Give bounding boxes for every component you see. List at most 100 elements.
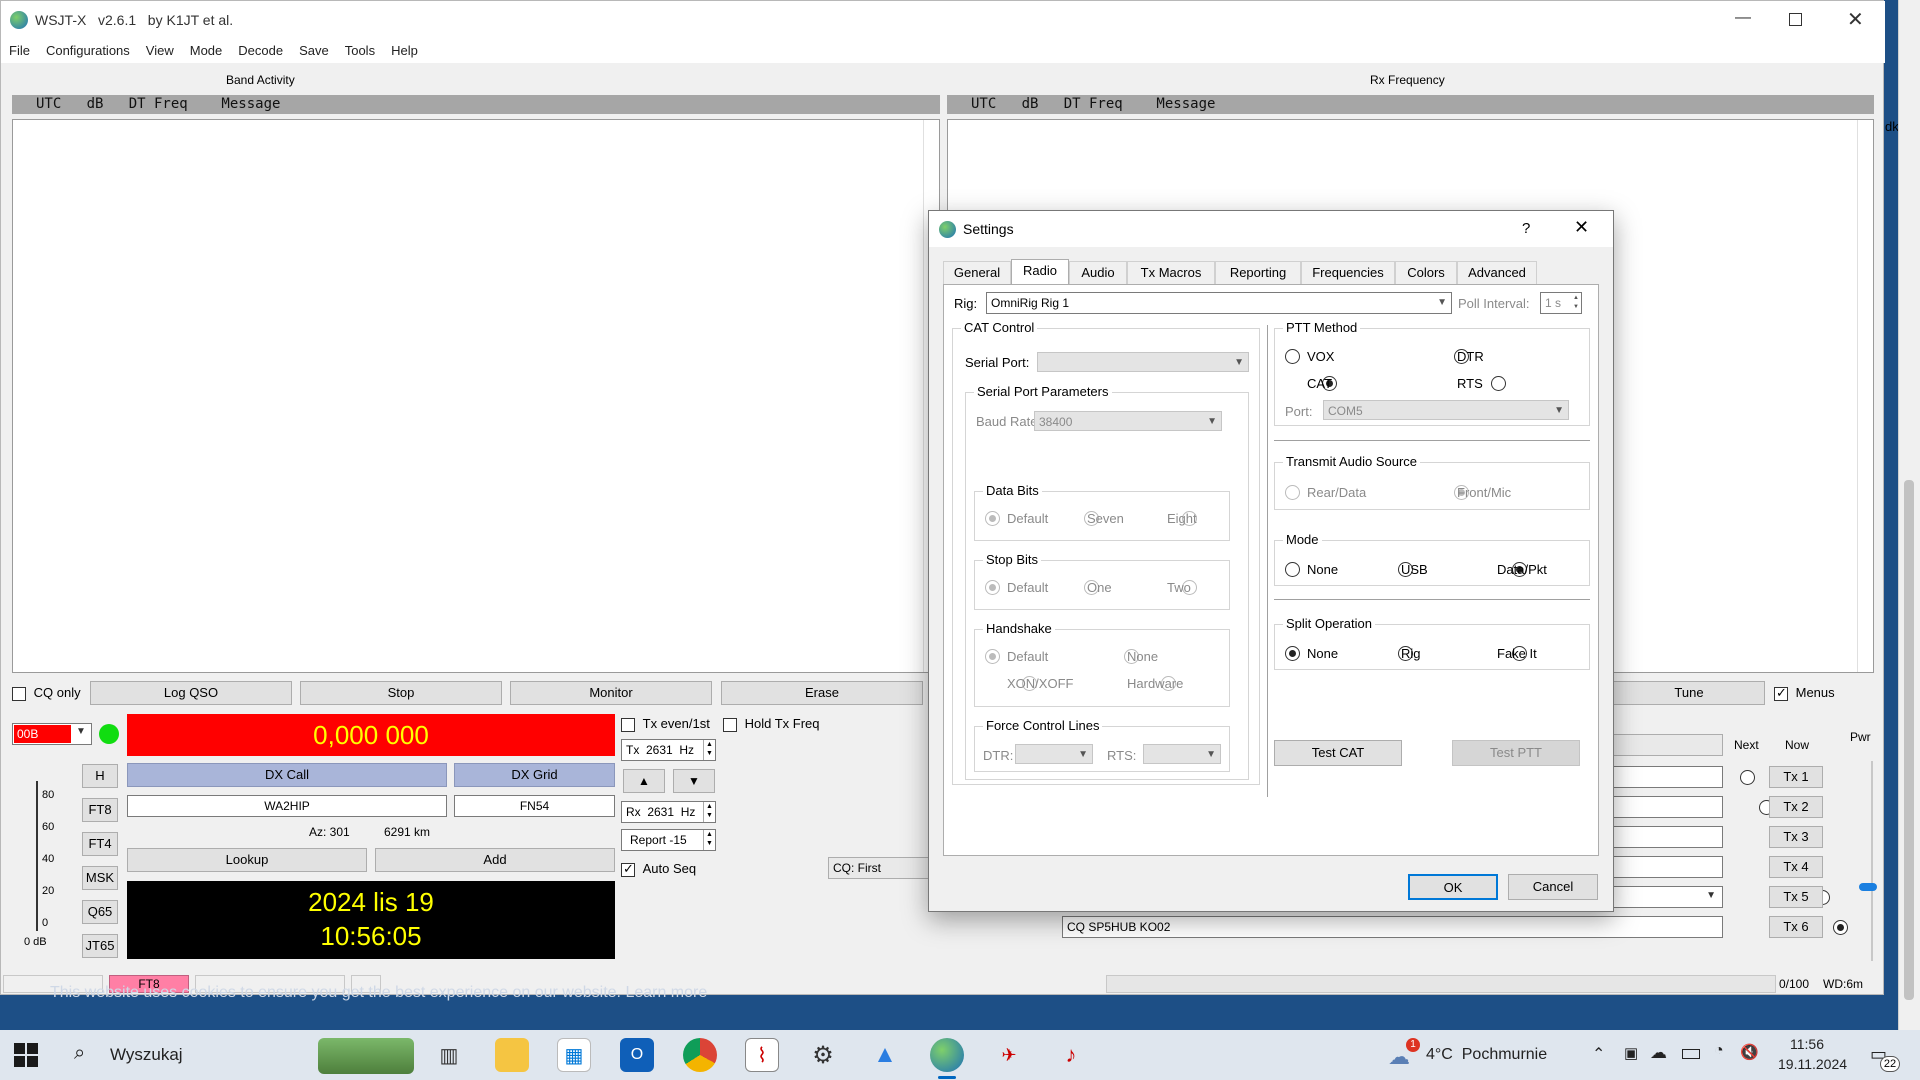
menu-help[interactable]: Help — [383, 39, 426, 58]
report-spinbox[interactable]: Report -15 ▲ ▼ — [621, 829, 716, 851]
clock-date[interactable]: 19.11.2024 — [1778, 1056, 1847, 1072]
background-scrollbar-thumb[interactable] — [1904, 480, 1914, 1000]
tab-reporting[interactable]: Reporting — [1215, 261, 1301, 285]
menu-decode[interactable]: Decode — [230, 39, 291, 58]
mode-button-q65[interactable]: Q65 — [82, 900, 118, 924]
spin-arrows-icon[interactable]: ▲ ▼ — [1573, 294, 1579, 312]
test-ptt-button[interactable]: Test PTT — [1452, 740, 1580, 766]
clock-time[interactable]: 11:56 — [1790, 1036, 1824, 1052]
handshake-default-radio[interactable] — [985, 649, 1000, 665]
erase-button[interactable]: Erase — [721, 681, 923, 705]
tx5-message-field[interactable]: ▼ — [1613, 886, 1723, 908]
mode-button-msk[interactable]: MSK — [82, 866, 118, 890]
tx1-next-radio[interactable] — [1740, 770, 1755, 786]
mode-button-ft8[interactable]: FT8 — [82, 798, 118, 822]
menus-box[interactable] — [1774, 685, 1788, 701]
wifi-icon[interactable]: ◔ — [1714, 1042, 1724, 1060]
weather-text[interactable]: 4°C Pochmurnie — [1426, 1046, 1547, 1064]
chevron-up-icon[interactable]: ⌃ — [1592, 1044, 1605, 1064]
mode-button-jt65[interactable]: JT65 — [82, 934, 118, 958]
drive-icon[interactable]: ▲ — [868, 1038, 902, 1072]
help-icon[interactable]: ? — [1522, 220, 1530, 237]
cq-only-box[interactable] — [12, 686, 26, 701]
add-button[interactable]: Add — [375, 848, 615, 872]
stop-bits-default-radio[interactable] — [985, 580, 1000, 596]
meet-now-icon[interactable]: ▣ — [1624, 1044, 1638, 1062]
tab-audio[interactable]: Audio — [1069, 261, 1127, 285]
rig-select[interactable]: OmniRig Rig 1 ▼ — [986, 292, 1452, 314]
rx-frequency-scrollbar[interactable] — [1857, 120, 1873, 672]
tune-button[interactable]: Tune — [1613, 681, 1765, 705]
band-select[interactable]: 00B ▼ — [12, 723, 92, 745]
spin-arrows-icon[interactable]: ▲ ▼ — [703, 830, 715, 850]
data-bits-default-radio[interactable] — [985, 511, 1000, 527]
power-slider-handle[interactable] — [1859, 883, 1877, 891]
rx-frequency-spinbox[interactable]: Rx 2631 Hz ▲ ▼ — [621, 801, 716, 823]
tx4-message-field[interactable] — [1613, 856, 1723, 878]
battery-icon[interactable] — [1682, 1049, 1700, 1059]
log-qso-button[interactable]: Log QSO — [90, 681, 292, 705]
tab-colors[interactable]: Colors — [1395, 261, 1457, 285]
menu-save[interactable]: Save — [291, 39, 337, 58]
tab-radio[interactable]: Radio — [1011, 259, 1069, 285]
maximize-icon[interactable] — [1789, 13, 1802, 26]
dx-call-input[interactable]: WA2HIP — [127, 795, 447, 817]
minimize-icon[interactable]: — — [1735, 9, 1751, 27]
power-slider[interactable] — [1859, 761, 1879, 961]
hold-tx-freq-checkbox[interactable]: Hold Tx Freq — [723, 716, 820, 732]
jtdx-icon[interactable]: ⌇ — [745, 1038, 779, 1072]
tx3-button[interactable]: Tx 3 — [1769, 826, 1823, 848]
menus-checkbox[interactable]: Menus — [1774, 685, 1835, 701]
tx3-message-field[interactable] — [1613, 826, 1723, 848]
tx1-message-field[interactable] — [1613, 766, 1723, 788]
tx2-message-field[interactable] — [1613, 796, 1723, 818]
tx6-next-radio[interactable] — [1833, 920, 1849, 936]
tx6-button[interactable]: Tx 6 — [1769, 916, 1823, 938]
audio-rear-radio[interactable] — [1285, 485, 1300, 501]
dtr-select[interactable]: ▼ — [1015, 744, 1093, 764]
lookup-button[interactable]: Lookup — [127, 848, 367, 872]
ok-button[interactable]: OK — [1408, 874, 1498, 900]
onedrive-icon[interactable]: ☁ — [1650, 1043, 1667, 1063]
file-explorer-icon[interactable] — [495, 1038, 529, 1072]
mode-button-ft4[interactable]: FT4 — [82, 832, 118, 856]
band-activity-panel[interactable] — [12, 119, 940, 673]
spin-arrows-icon[interactable]: ▲ ▼ — [703, 802, 715, 822]
freq-up-button[interactable]: ▲ — [623, 769, 665, 793]
rts-select[interactable]: ▼ — [1143, 744, 1221, 764]
settings-gear-icon[interactable]: ⚙ — [806, 1038, 840, 1072]
tab-tx-macros[interactable]: Tx Macros — [1127, 261, 1215, 285]
menu-file[interactable]: File — [1, 39, 38, 58]
menu-configurations[interactable]: Configurations — [38, 39, 138, 58]
monitor-button[interactable]: Monitor — [510, 681, 712, 705]
logbook-icon[interactable]: ✈ — [992, 1038, 1026, 1072]
tab-advanced[interactable]: Advanced — [1457, 261, 1537, 285]
tx2-button[interactable]: Tx 2 — [1769, 796, 1823, 818]
port-select[interactable]: COM5 ▼ — [1323, 400, 1569, 420]
tx6-message-field[interactable]: CQ SP5HUB KO02 — [1062, 916, 1723, 938]
spin-arrows-icon[interactable]: ▲ ▼ — [703, 740, 715, 760]
speaker-muted-icon[interactable]: 🔇 — [1740, 1043, 1759, 1061]
menu-tools[interactable]: Tools — [337, 39, 383, 58]
split-none-radio[interactable] — [1285, 646, 1300, 662]
tx-message-field-top[interactable] — [1613, 734, 1723, 756]
tx-frequency-spinbox[interactable]: Tx 2631 Hz ▲ ▼ — [621, 739, 716, 761]
serial-port-select[interactable]: ▼ — [1037, 352, 1249, 372]
baud-rate-select[interactable]: 38400 ▼ — [1034, 411, 1222, 431]
poll-interval-spinbox[interactable]: 1 s ▲ ▼ — [1540, 292, 1582, 314]
tx1-button[interactable]: Tx 1 — [1769, 766, 1823, 788]
tx-even-box[interactable] — [621, 717, 635, 732]
close-icon[interactable]: ✕ — [1847, 7, 1864, 32]
wsjtx-taskbar-icon[interactable] — [930, 1038, 964, 1072]
dx-grid-input[interactable]: FN54 — [454, 795, 615, 817]
menu-mode[interactable]: Mode — [182, 39, 231, 58]
start-button[interactable] — [14, 1043, 38, 1067]
mode-button-h[interactable]: H — [82, 764, 118, 788]
outlook-icon[interactable]: O — [620, 1038, 654, 1072]
settings-close-icon[interactable]: ✕ — [1574, 217, 1589, 238]
mode-none-radio[interactable] — [1285, 562, 1300, 578]
tx5-button[interactable]: Tx 5 — [1769, 886, 1823, 908]
stop-button[interactable]: Stop — [300, 681, 502, 705]
cancel-button[interactable]: Cancel — [1508, 874, 1598, 900]
cq-first-select[interactable]: CQ: First — [828, 857, 932, 879]
